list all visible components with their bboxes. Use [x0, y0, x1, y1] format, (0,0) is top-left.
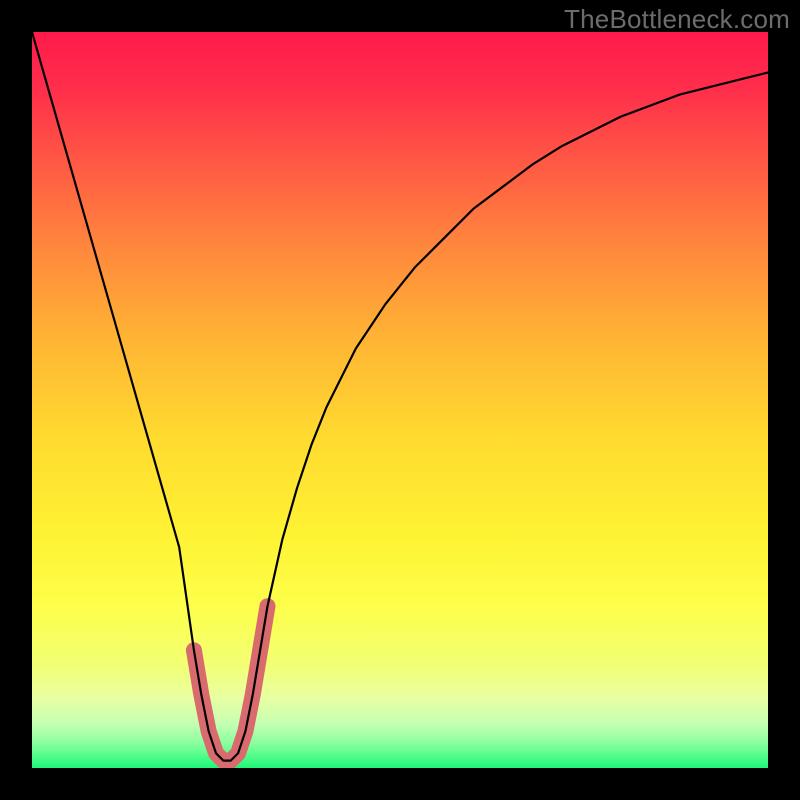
chart-frame: TheBottleneck.com [0, 0, 800, 800]
chart-svg [32, 32, 768, 768]
watermark-text: TheBottleneck.com [564, 4, 790, 35]
chart-plot-area [32, 32, 768, 768]
gradient-background [32, 32, 768, 768]
